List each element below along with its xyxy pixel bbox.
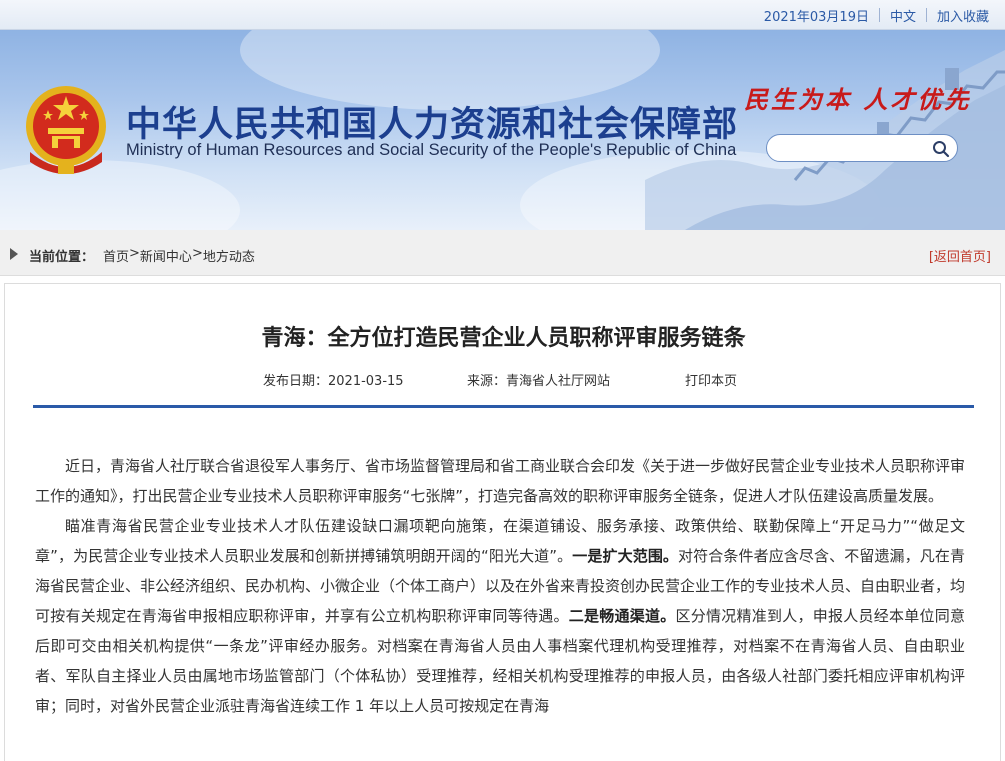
national-emblem-icon bbox=[26, 86, 106, 174]
article-panel: 青海：全方位打造民营企业人员职称评审服务链条 发布日期：2021-03-15 来… bbox=[4, 283, 1001, 761]
add-favorite-link[interactable]: 加入收藏 bbox=[927, 6, 999, 25]
source-value: 青海省人社厅网站 bbox=[506, 374, 611, 389]
article-title: 青海：全方位打造民营企业人员职称评审服务链条 bbox=[261, 326, 746, 351]
article-body: 近日，青海省人社厅联合省退役军人事务厅、省市场监督管理局和省工商业联合会印发《关… bbox=[35, 451, 965, 721]
article-paragraph: 近日，青海省人社厅联合省退役军人事务厅、省市场监督管理局和省工商业联合会印发《关… bbox=[35, 457, 966, 505]
arrow-right-icon bbox=[10, 248, 18, 260]
article-paragraph: 瞄准青海省民营企业专业技术人才队伍建设缺口漏项靶向施策，在渠道铺设、服务承接、政… bbox=[35, 517, 966, 715]
current-date: 2021年03月19日 bbox=[763, 10, 869, 25]
ministry-title-en: Ministry of Human Resources and Social S… bbox=[126, 141, 737, 159]
print-page-link[interactable]: 打印本页 bbox=[685, 370, 737, 389]
breadcrumb-news-center[interactable]: 新闻中心 bbox=[140, 246, 192, 265]
article-source: 来源：青海省人社厅网站 bbox=[467, 370, 610, 389]
search-input[interactable] bbox=[779, 139, 929, 157]
header-banner: 中华人民共和国人力资源和社会保障部 Ministry of Human Reso… bbox=[0, 30, 1005, 230]
top-links: 2021年03月19日 中文 加入收藏 bbox=[754, 6, 999, 25]
publish-date-value: 2021-03-15 bbox=[328, 374, 404, 389]
search-box bbox=[766, 134, 958, 162]
breadcrumb-home[interactable]: 首页 bbox=[103, 246, 129, 265]
title-divider bbox=[33, 405, 974, 408]
ministry-title-cn: 中华人民共和国人力资源和社会保障部 bbox=[126, 105, 739, 145]
publish-date: 发布日期：2021-03-15 bbox=[263, 370, 404, 389]
top-bar: 2021年03月19日 中文 加入收藏 bbox=[0, 0, 1005, 30]
search-icon[interactable] bbox=[931, 139, 951, 159]
breadcrumb-separator: > bbox=[129, 246, 140, 261]
breadcrumb-local-news[interactable]: 地方动态 bbox=[203, 246, 255, 265]
breadcrumb-label: 当前位置： bbox=[29, 250, 95, 265]
language-link[interactable]: 中文 bbox=[880, 6, 926, 25]
breadcrumb-bar: 当前位置： 首页 > 新闻中心 > 地方动态 [返回首页] bbox=[0, 230, 1005, 276]
slogan: 民生为本 人才优先 bbox=[744, 85, 972, 114]
bold-point: 一是扩大范围。 bbox=[572, 547, 679, 565]
back-to-home-link[interactable]: [返回首页] bbox=[929, 246, 991, 265]
source-label: 来源： bbox=[467, 374, 507, 389]
bold-point: 二是畅通渠道。 bbox=[568, 607, 676, 625]
breadcrumb: 首页 > 新闻中心 > 地方动态 bbox=[103, 246, 255, 265]
publish-date-label: 发布日期： bbox=[263, 374, 329, 389]
breadcrumb-separator: > bbox=[191, 246, 203, 261]
